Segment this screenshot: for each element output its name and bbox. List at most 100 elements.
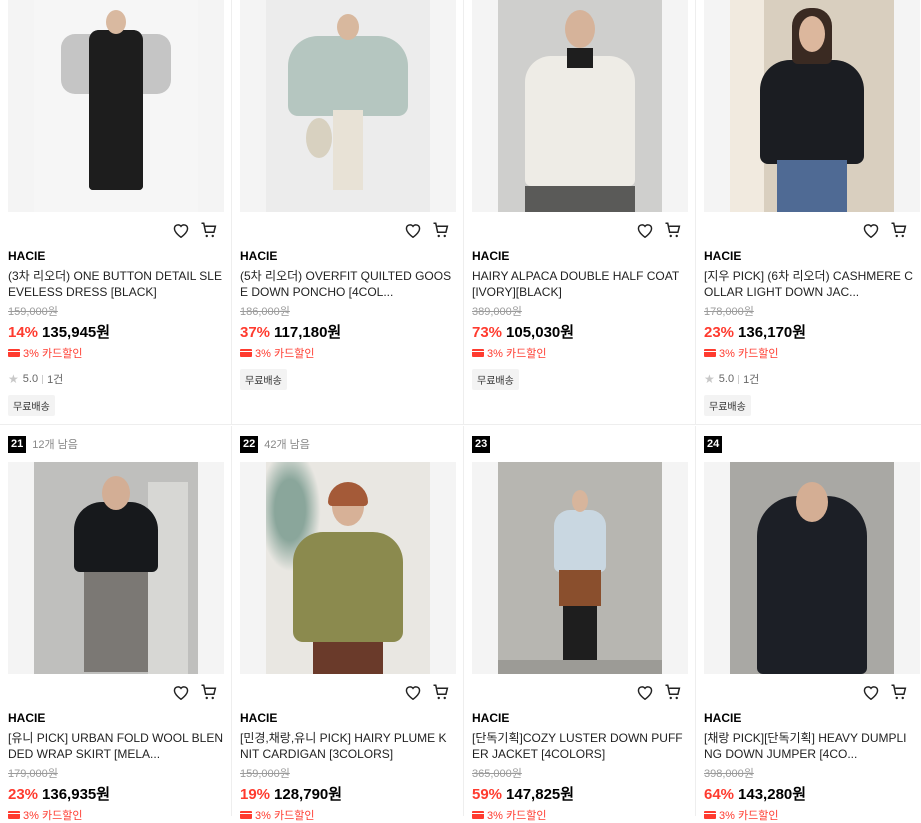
product-title[interactable]: [채랑 PICK][단독기획] HEAVY DUMPLING DOWN JUMP… — [704, 730, 913, 762]
product-grid: HACIE (3차 리오더) ONE BUTTON DETAIL SLEEVEL… — [0, 0, 921, 822]
discount-rate: 23% — [704, 324, 735, 341]
card-discount: 3% 카드할인 — [719, 810, 779, 822]
product-image[interactable] — [704, 0, 920, 212]
discount-rate: 59% — [472, 786, 503, 803]
rank-badge: 24 — [704, 435, 723, 453]
credit-card-icon — [8, 811, 20, 819]
sale-price: 147,825원 — [506, 786, 575, 803]
brand-name[interactable]: HACIE — [8, 248, 223, 264]
free-shipping-badge: 무료배송 — [240, 369, 287, 390]
original-price: 186,000원 — [240, 306, 290, 318]
product-title[interactable]: [유니 PICK] URBAN FOLD WOOL BLENDED WRAP S… — [8, 730, 223, 762]
star-icon: ★ — [8, 372, 19, 386]
original-price: 178,000원 — [704, 306, 754, 318]
heart-icon[interactable] — [635, 220, 655, 240]
product-image[interactable] — [472, 0, 688, 212]
product-image[interactable] — [472, 462, 688, 674]
card-discount: 3% 카드할인 — [487, 810, 547, 822]
cart-icon[interactable] — [663, 682, 683, 702]
review-count[interactable]: 1건 — [743, 371, 759, 387]
poncho-figure — [288, 36, 408, 116]
cart-icon[interactable] — [431, 220, 451, 240]
original-price: 159,000원 — [240, 768, 290, 780]
sale-price: 117,180원 — [274, 324, 342, 341]
product-image[interactable] — [704, 462, 920, 674]
product-image[interactable] — [240, 462, 456, 674]
brand-name[interactable]: HACIE — [472, 710, 687, 726]
heart-icon[interactable] — [403, 220, 423, 240]
product-title[interactable]: (3차 리오더) ONE BUTTON DETAIL SLEEVELESS DR… — [8, 268, 223, 300]
cart-icon[interactable] — [889, 682, 909, 702]
credit-card-icon — [704, 349, 716, 357]
cart-icon[interactable] — [663, 220, 683, 240]
sale-price: 105,030원 — [506, 324, 575, 341]
cardigan-figure — [293, 532, 403, 642]
product-card[interactable]: 24 HACIE [채랑 PICK][단독기획] HEAVY DUMPLING … — [696, 426, 921, 822]
sale-price: 136,935원 — [42, 786, 111, 803]
product-title[interactable]: [지우 PICK] (6차 리오더) CASHMERE COLLAR LIGHT… — [704, 268, 913, 300]
product-card[interactable]: 23 HACIE [단독기획]COZY LUSTER DOWN PUFFER J… — [464, 426, 696, 822]
product-card[interactable]: 22 42개 남음 HACIE [민경,채랑,유니 PICK] HAIRY PL… — [232, 426, 464, 822]
discount-rate: 19% — [240, 786, 271, 803]
product-image[interactable] — [8, 0, 224, 212]
rating-value: 5.0 — [718, 373, 735, 385]
down-jacket-figure — [760, 60, 864, 164]
brand-name[interactable]: HACIE — [472, 248, 687, 264]
free-shipping-badge: 무료배송 — [704, 395, 751, 416]
product-card[interactable]: HACIE (5차 리오더) OVERFIT QUILTED GOOSE DOW… — [232, 0, 464, 424]
rank-badge: 21 — [8, 435, 27, 453]
card-discount: 3% 카드할인 — [719, 348, 779, 360]
card-discount: 3% 카드할인 — [255, 348, 315, 360]
heart-icon[interactable] — [861, 682, 881, 702]
discount-rate: 23% — [8, 786, 39, 803]
product-card[interactable]: HACIE [지우 PICK] (6차 리오더) CASHMERE COLLAR… — [696, 0, 921, 424]
skirt-figure — [74, 502, 158, 572]
original-price: 398,000원 — [704, 768, 754, 780]
product-title[interactable]: HAIRY ALPACA DOUBLE HALF COAT [IVORY][BL… — [472, 268, 687, 300]
heart-icon[interactable] — [171, 682, 191, 702]
product-title[interactable]: (5차 리오더) OVERFIT QUILTED GOOSE DOWN PONC… — [240, 268, 455, 300]
heart-icon[interactable] — [171, 220, 191, 240]
card-discount: 3% 카드할인 — [23, 348, 83, 360]
cart-icon[interactable] — [889, 220, 909, 240]
cart-icon[interactable] — [199, 220, 219, 240]
product-title[interactable]: [민경,채랑,유니 PICK] HAIRY PLUME KNIT CARDIGA… — [240, 730, 455, 762]
coat-figure — [525, 56, 635, 186]
stock-remaining: 12개 남음 — [32, 439, 78, 451]
brand-name[interactable]: HACIE — [8, 710, 223, 726]
card-discount: 3% 카드할인 — [487, 348, 547, 360]
brand-name[interactable]: HACIE — [240, 710, 455, 726]
divider — [738, 374, 740, 384]
heart-icon[interactable] — [635, 682, 655, 702]
brand-name[interactable]: HACIE — [704, 710, 913, 726]
product-title[interactable]: [단독기획]COZY LUSTER DOWN PUFFER JACKET [4C… — [472, 730, 687, 762]
heart-icon[interactable] — [861, 220, 881, 240]
discount-rate: 37% — [240, 324, 271, 341]
row-divider — [0, 424, 921, 425]
puffer-figure — [554, 510, 606, 572]
product-card[interactable]: 21 12개 남음 HACIE [유니 PICK] URBAN FOLD WOO… — [0, 426, 232, 822]
product-image[interactable] — [8, 462, 224, 674]
credit-card-icon — [8, 349, 20, 357]
heart-icon[interactable] — [403, 682, 423, 702]
brand-name[interactable]: HACIE — [240, 248, 455, 264]
sale-price: 143,280원 — [738, 786, 807, 803]
free-shipping-badge: 무료배송 — [472, 369, 519, 390]
divider — [42, 374, 44, 384]
free-shipping-badge: 무료배송 — [8, 395, 55, 416]
review-count[interactable]: 1건 — [47, 371, 63, 387]
brand-name[interactable]: HACIE — [704, 248, 913, 264]
product-card[interactable]: HACIE (3차 리오더) ONE BUTTON DETAIL SLEEVEL… — [0, 0, 232, 424]
cart-icon[interactable] — [199, 682, 219, 702]
discount-rate: 73% — [472, 324, 503, 341]
original-price: 389,000원 — [472, 306, 522, 318]
rank-badge: 22 — [240, 435, 259, 453]
product-card[interactable]: HACIE HAIRY ALPACA DOUBLE HALF COAT [IVO… — [464, 0, 696, 424]
credit-card-icon — [472, 349, 484, 357]
cart-icon[interactable] — [431, 682, 451, 702]
original-price: 365,000원 — [472, 768, 522, 780]
sale-price: 128,790원 — [274, 786, 343, 803]
discount-rate: 64% — [704, 786, 735, 803]
card-discount: 3% 카드할인 — [255, 810, 315, 822]
product-image[interactable] — [240, 0, 456, 212]
